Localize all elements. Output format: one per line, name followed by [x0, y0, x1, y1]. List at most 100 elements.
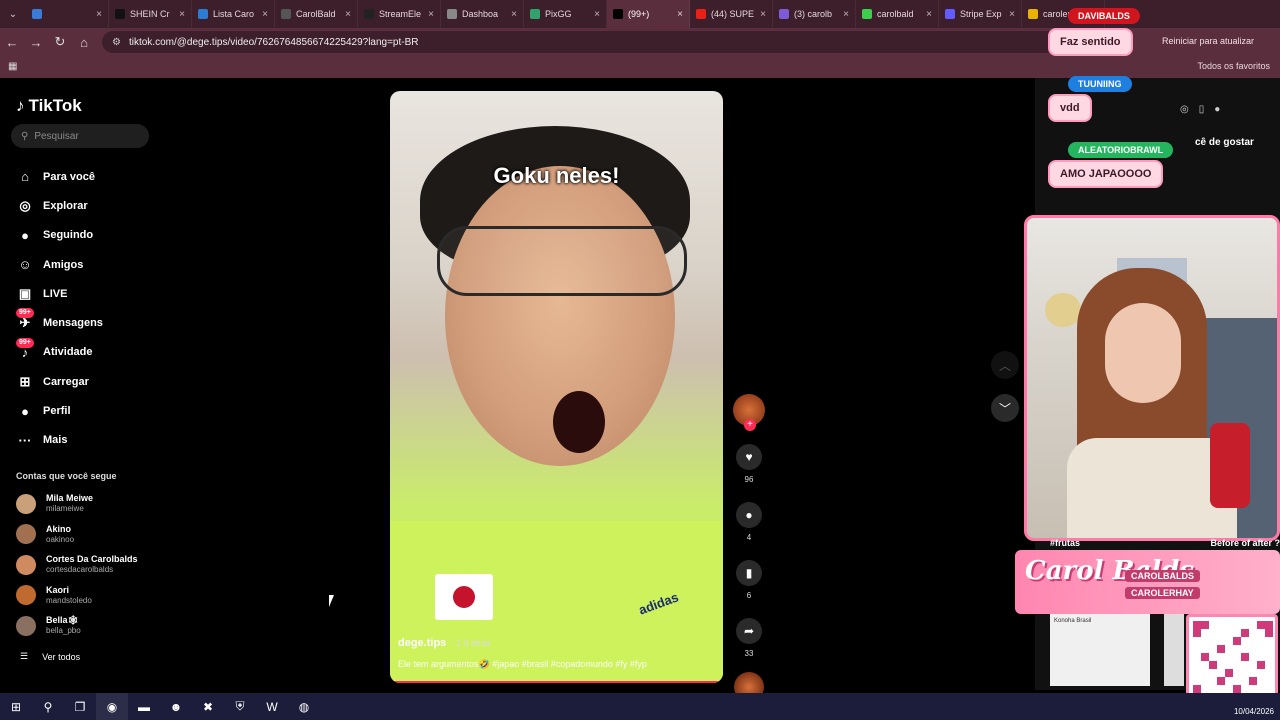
nav-item-seguindo[interactable]: ● Seguindo: [16, 221, 103, 250]
tab-favicon-icon: [364, 9, 374, 19]
home-icon: ⌂: [21, 169, 29, 185]
save-button[interactable]: ▮: [736, 560, 762, 586]
home-browser-icon[interactable]: ⌂: [72, 30, 96, 54]
obs-icon[interactable]: ◍: [288, 693, 320, 720]
previous-video-button[interactable]: ︿: [991, 351, 1019, 379]
tab-favicon-icon: [945, 9, 955, 19]
device-icon[interactable]: ▯: [1199, 104, 1205, 115]
tab-search-icon[interactable]: ⌄: [0, 0, 26, 28]
chat-bubble: AMO JAPAOOOO: [1048, 160, 1164, 188]
see-all-link[interactable]: ☰ Ver todos: [20, 651, 80, 662]
apps-grid-icon[interactable]: ▦: [8, 61, 20, 73]
comment-button[interactable]: ●: [736, 502, 762, 528]
followed-account[interactable]: Akino oakinoo: [16, 524, 74, 545]
nav-label: Perfil: [43, 405, 71, 418]
browser-tab[interactable]: carolbald ×: [856, 0, 939, 28]
nav-item-amigos[interactable]: ☺ Amigos: [16, 250, 103, 279]
author-avatar[interactable]: +: [733, 394, 765, 431]
compass-small-icon[interactable]: ◎: [1180, 104, 1189, 115]
close-icon[interactable]: ×: [345, 9, 351, 20]
account-handle: bella_pbo: [46, 626, 81, 635]
followed-account[interactable]: Cortes Da Carolbalds cortesdacarolbalds: [16, 554, 138, 575]
qr-cell: [1217, 677, 1225, 685]
next-video-button[interactable]: ﹀: [991, 394, 1019, 422]
search-taskbar-icon[interactable]: ⚲: [32, 693, 64, 720]
suggested-thumbnail-2[interactable]: [1164, 614, 1184, 686]
nav-item-carregar[interactable]: ⊞ Carregar: [16, 367, 103, 396]
comment-icon: ●: [745, 508, 753, 522]
nav-item-mais[interactable]: ··· Mais: [16, 426, 103, 455]
close-icon[interactable]: ×: [594, 9, 600, 20]
task-view-icon[interactable]: ❐: [64, 693, 96, 720]
browser-tab[interactable]: Dashboa ×: [441, 0, 524, 28]
nav-item-live[interactable]: ▣ LIVE: [16, 279, 103, 308]
restart-button[interactable]: Reiniciar para atualizar: [1156, 32, 1260, 50]
shield-icon[interactable]: ⛨: [224, 693, 256, 720]
video-player[interactable]: adidas Goku neles! dege.tips · 1 d atrás …: [390, 91, 723, 683]
nav-item-perfil[interactable]: ● Perfil: [16, 396, 103, 425]
address-bar[interactable]: ⚙ tiktok.com/@dege.tips/video/7626764856…: [102, 31, 1132, 53]
taskbar-date: 10/04/2026: [1233, 707, 1274, 716]
search-input[interactable]: ⚲ Pesquisar: [11, 124, 149, 148]
qr-cell: [1193, 629, 1201, 637]
account-handle: oakinoo: [46, 534, 75, 544]
nav-item-explorar[interactable]: ◎ Explorar: [16, 191, 103, 220]
close-icon[interactable]: ×: [760, 9, 766, 20]
close-icon[interactable]: ×: [1009, 9, 1015, 20]
browser-tab[interactable]: StreamEle ×: [358, 0, 441, 28]
browser-tab[interactable]: ×: [26, 0, 109, 28]
close-icon[interactable]: ×: [179, 9, 185, 20]
follow-plus-icon[interactable]: +: [744, 419, 756, 431]
tiktok-sidebar: ♪ TikTok ⚲ Pesquisar ⌂ Para você ◎ Explorar…: [0, 78, 200, 690]
all-favorites-link[interactable]: Todos os favoritos: [1197, 61, 1270, 71]
browser-tab[interactable]: Lista Caro ×: [192, 0, 275, 28]
profile-icon: ●: [21, 403, 29, 419]
nav-item-atividade[interactable]: ♪ 99+ Atividade: [16, 337, 103, 367]
qr-cell: [1249, 677, 1257, 685]
nav-item-mensagens[interactable]: ✈ 99+ Mensagens: [16, 308, 103, 337]
forward-icon[interactable]: →: [24, 30, 48, 54]
tiktok-logo[interactable]: ♪ TikTok: [16, 96, 82, 116]
browser-tab[interactable]: PixGG ×: [524, 0, 607, 28]
reload-icon[interactable]: ↻: [48, 30, 72, 54]
close-icon[interactable]: ×: [428, 9, 434, 20]
chrome-icon[interactable]: ◉: [96, 693, 128, 720]
browser-tab[interactable]: (99+) ×: [607, 0, 690, 28]
close-icon[interactable]: ×: [96, 9, 102, 20]
suggested-thumbnail[interactable]: Konoha Brasil: [1050, 614, 1150, 686]
video-username[interactable]: dege.tips: [398, 637, 446, 649]
video-description: Ele tem argumentos🤣 #japao #brasil #copa…: [398, 659, 647, 669]
nav-label: Seguindo: [43, 229, 94, 242]
close-icon[interactable]: ×: [511, 9, 517, 20]
word-icon[interactable]: W: [256, 693, 288, 720]
video-progress-bar[interactable]: [390, 681, 723, 683]
browser-tab[interactable]: Stripe Exp ×: [939, 0, 1022, 28]
xbox-icon[interactable]: ✖: [192, 693, 224, 720]
browser-tab[interactable]: CarolBald ×: [275, 0, 358, 28]
user-avatar-icon[interactable]: ●: [1214, 104, 1220, 115]
followed-account[interactable]: Bella🕸 bella_pbo: [16, 615, 81, 636]
close-icon[interactable]: ×: [926, 9, 932, 20]
nav-item-para-você[interactable]: ⌂ Para você: [16, 162, 103, 191]
site-info-icon[interactable]: ⚙: [112, 37, 121, 48]
friends-icon: ☺: [18, 257, 32, 273]
tab-favicon-icon: [32, 9, 42, 19]
close-icon[interactable]: ×: [843, 9, 849, 20]
close-icon[interactable]: ×: [262, 9, 268, 20]
avatar: [16, 615, 36, 636]
video-author[interactable]: dege.tips · 1 d atrás: [398, 637, 491, 649]
heart-icon: ♥: [745, 450, 753, 464]
followed-account[interactable]: Kaori mandstoledo: [16, 585, 92, 606]
like-button[interactable]: ♥: [736, 444, 762, 470]
file-explorer-icon[interactable]: ▬: [128, 693, 160, 720]
followed-account[interactable]: Mila Meiwe milameiwe: [16, 493, 93, 514]
close-icon[interactable]: ×: [677, 9, 683, 20]
bookmark-icon: ▮: [745, 566, 753, 580]
share-button[interactable]: ➦: [736, 618, 762, 644]
browser-tab[interactable]: (3) carolb ×: [773, 0, 856, 28]
back-icon[interactable]: ←: [0, 30, 24, 54]
windows-start-icon[interactable]: ⊞: [0, 693, 32, 720]
discord-icon[interactable]: ☻: [160, 693, 192, 720]
browser-tab[interactable]: (44) SUPE ×: [690, 0, 773, 28]
browser-tab[interactable]: SHEIN Cr ×: [109, 0, 192, 28]
